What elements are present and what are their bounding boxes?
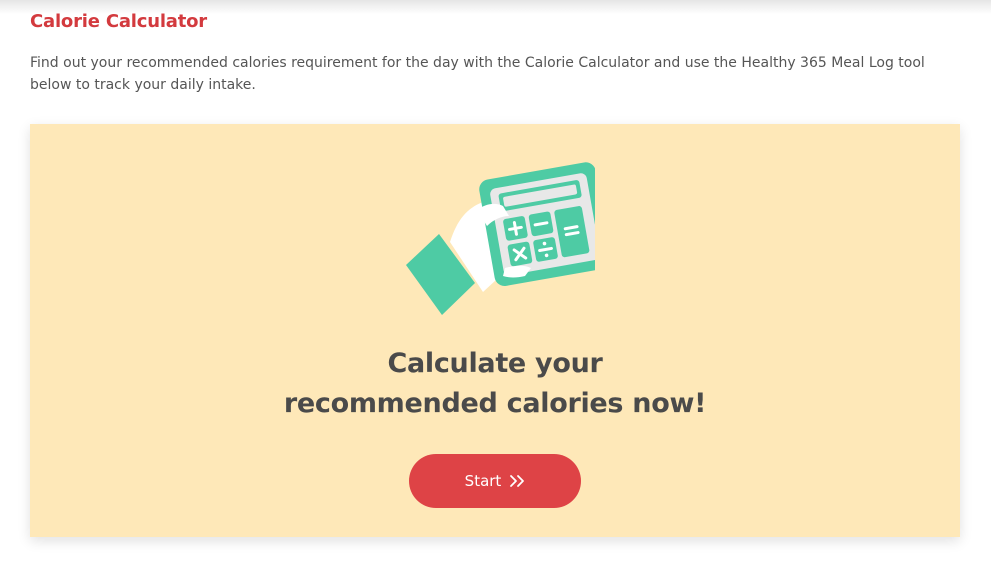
hand-holding-calculator-icon bbox=[406, 162, 595, 315]
double-chevron-right-icon bbox=[509, 474, 525, 488]
headline-line-1: Calculate your bbox=[387, 348, 603, 379]
page-title: Calorie Calculator bbox=[30, 11, 207, 32]
headline-line-2: recommended calories now! bbox=[283, 388, 707, 419]
calculator-card: Calculate your recommended calories now!… bbox=[30, 124, 960, 537]
intro-text: Find out your recommended calories requi… bbox=[30, 55, 925, 93]
start-button-label: Start bbox=[464, 472, 502, 490]
headline: Calculate your recommended calories now! bbox=[30, 344, 960, 424]
start-button[interactable]: Start bbox=[409, 454, 581, 508]
